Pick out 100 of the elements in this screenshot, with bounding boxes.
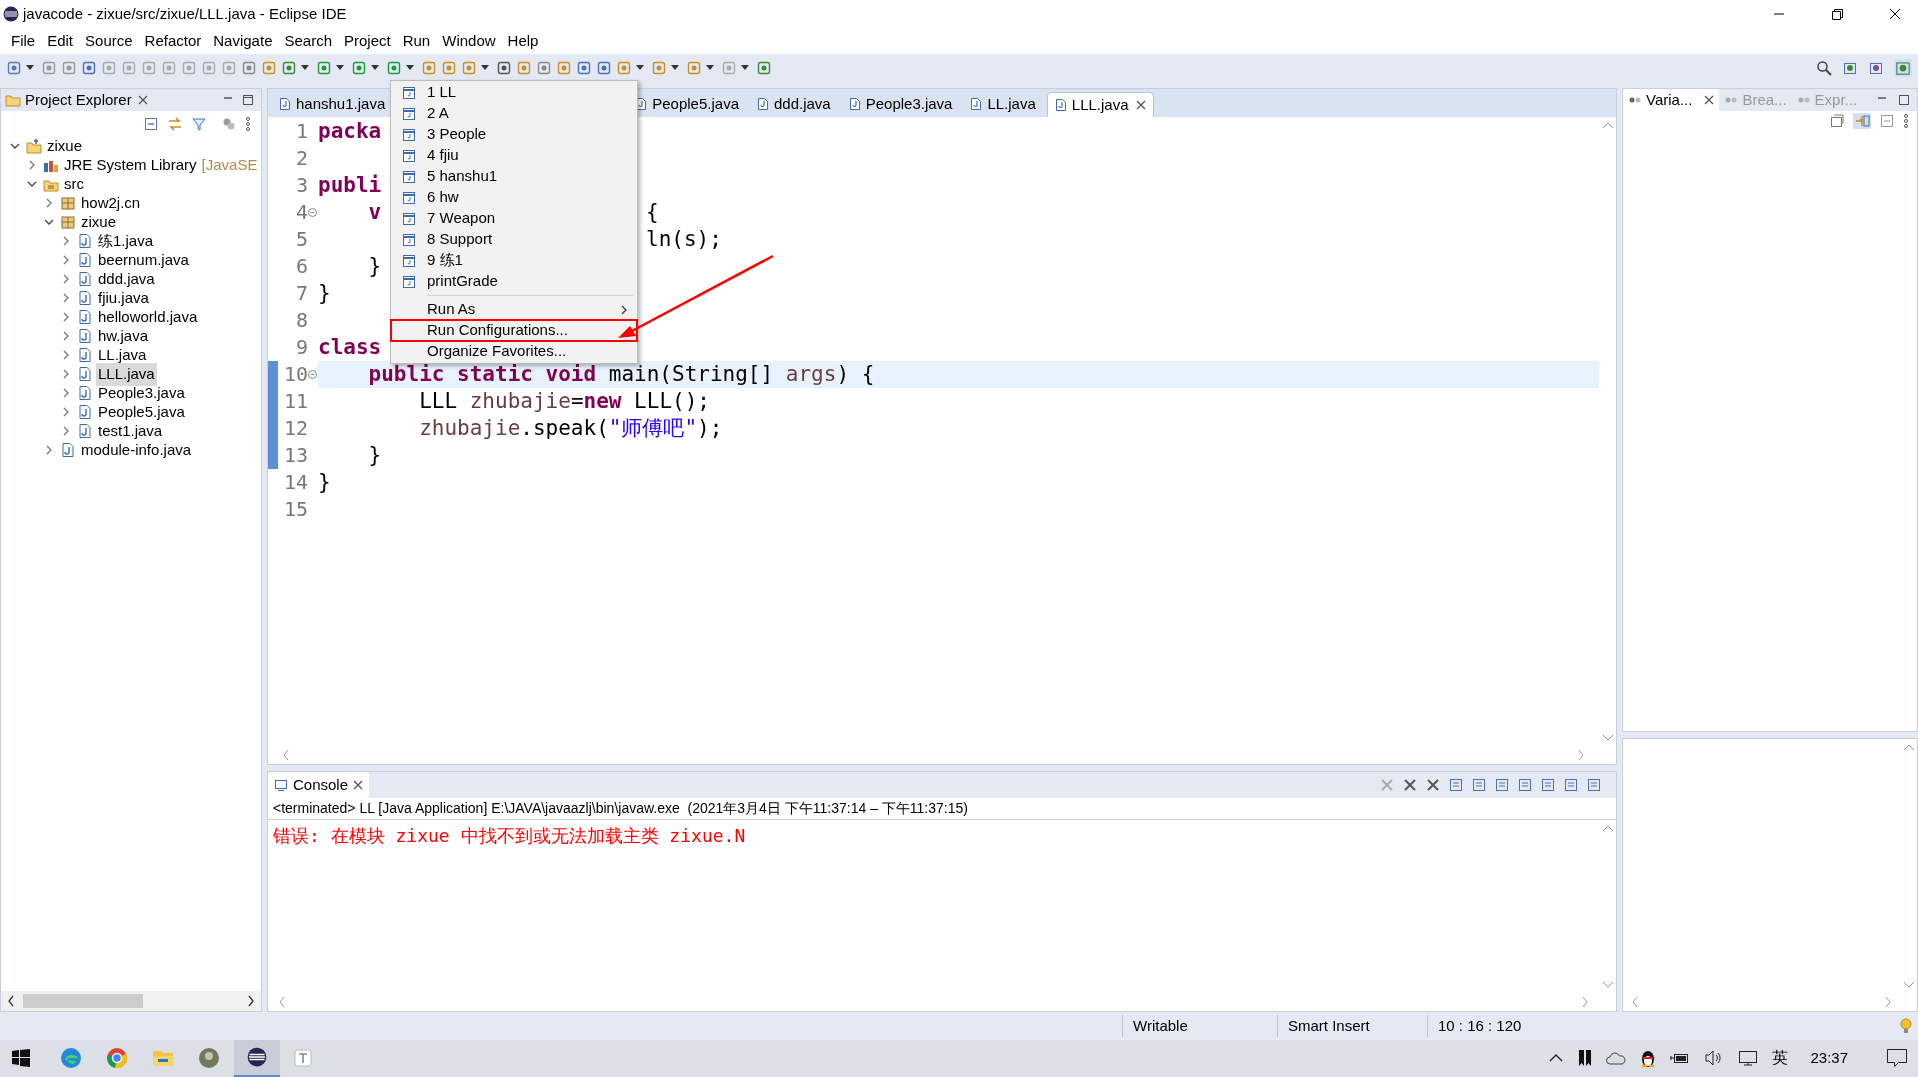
- menu-item[interactable]: Run: [397, 29, 436, 53]
- menu-item[interactable]: Edit: [42, 29, 79, 53]
- fold-icon[interactable]: [308, 207, 317, 217]
- close-icon[interactable]: [1135, 99, 1146, 110]
- cloud-icon[interactable]: [1606, 1051, 1627, 1066]
- tree-item[interactable]: LLL.java: [96, 363, 157, 386]
- java-file-icon: [77, 366, 93, 383]
- close-icon[interactable]: [1704, 94, 1715, 105]
- browser-icon[interactable]: [106, 1047, 128, 1070]
- code-line: }: [367, 441, 382, 469]
- more-icon[interactable]: [245, 115, 251, 132]
- line-number: 15: [282, 496, 308, 524]
- clock[interactable]: 23:37: [1810, 1047, 1848, 1070]
- horizontal-scrollbar[interactable]: [1, 991, 261, 1011]
- menu-item[interactable]: Source: [80, 29, 138, 53]
- java-file-icon: [77, 385, 93, 402]
- menu-item[interactable]: 7 Weapon: [391, 208, 637, 229]
- bookmark-icon[interactable]: [1578, 1049, 1593, 1068]
- dropdown-caret-icon[interactable]: [671, 65, 679, 71]
- line-number: 11: [282, 388, 308, 416]
- code-line: class: [318, 333, 382, 361]
- editor-tab[interactable]: ddd.java: [750, 91, 838, 117]
- menu-item[interactable]: Search: [279, 29, 337, 53]
- menu-item[interactable]: 4 fjiu: [391, 145, 637, 166]
- status-field: Writable: [1122, 1015, 1277, 1037]
- fold-icon[interactable]: [308, 369, 317, 379]
- browser-icon[interactable]: [60, 1047, 82, 1070]
- dropdown-caret-icon[interactable]: [406, 65, 414, 71]
- eclipse-logo-icon: [3, 6, 19, 22]
- launch-config-icon: [402, 106, 416, 121]
- link-icon[interactable]: [167, 115, 183, 132]
- collapse-icon[interactable]: [1829, 112, 1845, 129]
- menu-item[interactable]: Navigate: [208, 29, 278, 53]
- java-file-icon: [77, 233, 93, 250]
- dropdown-caret-icon[interactable]: [741, 65, 749, 71]
- java-file-icon: [77, 423, 93, 440]
- launch-config-icon: [402, 274, 416, 289]
- menu-item[interactable]: Organize Favorites...: [391, 341, 637, 362]
- editor-tab[interactable]: hanshu1.java: [272, 91, 393, 117]
- lightbulb-icon[interactable]: [1900, 1018, 1912, 1034]
- line-number: 1: [294, 118, 308, 146]
- eclipse-taskbar-button[interactable]: [234, 1040, 280, 1077]
- panel-icon[interactable]: [1879, 112, 1895, 129]
- more-icon[interactable]: [1903, 112, 1909, 129]
- layout-icon[interactable]: [1853, 112, 1871, 129]
- launch-config-icon: [402, 169, 416, 184]
- menu-item[interactable]: 2 A: [391, 103, 637, 124]
- editor-tab[interactable]: LLL.java: [1046, 91, 1154, 117]
- maximize-icon[interactable]: [241, 92, 255, 107]
- menu-item[interactable]: 8 Support: [391, 229, 637, 250]
- collapse-all-icon[interactable]: [143, 115, 159, 132]
- dropdown-caret-icon[interactable]: [481, 65, 489, 71]
- eclipse-icon: [247, 1047, 267, 1068]
- status-field: 10 : 16 : 120: [1427, 1015, 1587, 1037]
- project-icon: [26, 138, 42, 155]
- battery-icon[interactable]: [1670, 1051, 1691, 1066]
- remove-all-icon[interactable]: [1425, 776, 1441, 793]
- menu-item[interactable]: 3 People: [391, 124, 637, 145]
- console-tab[interactable]: Console: [268, 771, 370, 798]
- dropdown-caret-icon[interactable]: [636, 65, 644, 71]
- menu-item[interactable]: printGrade: [391, 271, 637, 292]
- line-number: 10: [282, 361, 308, 389]
- menu-item[interactable]: 1 LL: [391, 82, 637, 103]
- menu-item[interactable]: 5 hanshu1: [391, 166, 637, 187]
- menu-item[interactable]: 9 练1: [391, 250, 637, 271]
- maximize-icon[interactable]: [1897, 92, 1911, 107]
- close-icon[interactable]: [137, 94, 148, 105]
- penguin-icon[interactable]: [1640, 1048, 1657, 1069]
- line-number: 8: [294, 307, 308, 335]
- dropdown-caret-icon[interactable]: [371, 65, 379, 71]
- editor-tab[interactable]: People3.java: [841, 91, 960, 117]
- menu-item[interactable]: Help: [502, 29, 544, 53]
- menu-item[interactable]: 6 hw: [391, 187, 637, 208]
- launch-config-icon: [402, 190, 416, 205]
- network-icon[interactable]: [1738, 1049, 1759, 1068]
- dropdown-caret-icon[interactable]: [706, 65, 714, 71]
- menu-item[interactable]: Run Configurations...: [391, 320, 637, 341]
- app-icon[interactable]: [198, 1047, 220, 1070]
- close-icon[interactable]: [353, 779, 364, 790]
- dropdown-caret-icon[interactable]: [301, 65, 309, 71]
- dropdown-caret-icon[interactable]: [26, 65, 34, 71]
- menu-item[interactable]: Window: [437, 29, 501, 53]
- input-method-indicator[interactable]: 英: [1772, 1046, 1789, 1071]
- line-number: 4: [294, 199, 308, 227]
- console-icon: [274, 777, 288, 792]
- app-icon[interactable]: [294, 1049, 312, 1068]
- launch-config-icon: [402, 148, 416, 163]
- menu-item[interactable]: Refactor: [139, 29, 207, 53]
- menu-item[interactable]: File: [6, 29, 41, 53]
- error-message: 错误: 在模块 zixue 中找不到或无法加载主类 zixue.N: [272, 823, 746, 848]
- remove-launch-icon[interactable]: [1402, 776, 1418, 793]
- code-line: ln(s);: [646, 225, 722, 253]
- editor-tab[interactable]: LL.java: [963, 91, 1043, 117]
- line-number: 9: [294, 334, 308, 362]
- windows-start-icon[interactable]: [12, 1049, 30, 1068]
- menu-item[interactable]: Project: [339, 29, 396, 53]
- menu-item[interactable]: Run As: [391, 299, 637, 320]
- dropdown-caret-icon[interactable]: [336, 65, 344, 71]
- view-tab[interactable]: Varia...: [1623, 88, 1720, 111]
- notification-icon[interactable]: [1886, 1048, 1908, 1069]
